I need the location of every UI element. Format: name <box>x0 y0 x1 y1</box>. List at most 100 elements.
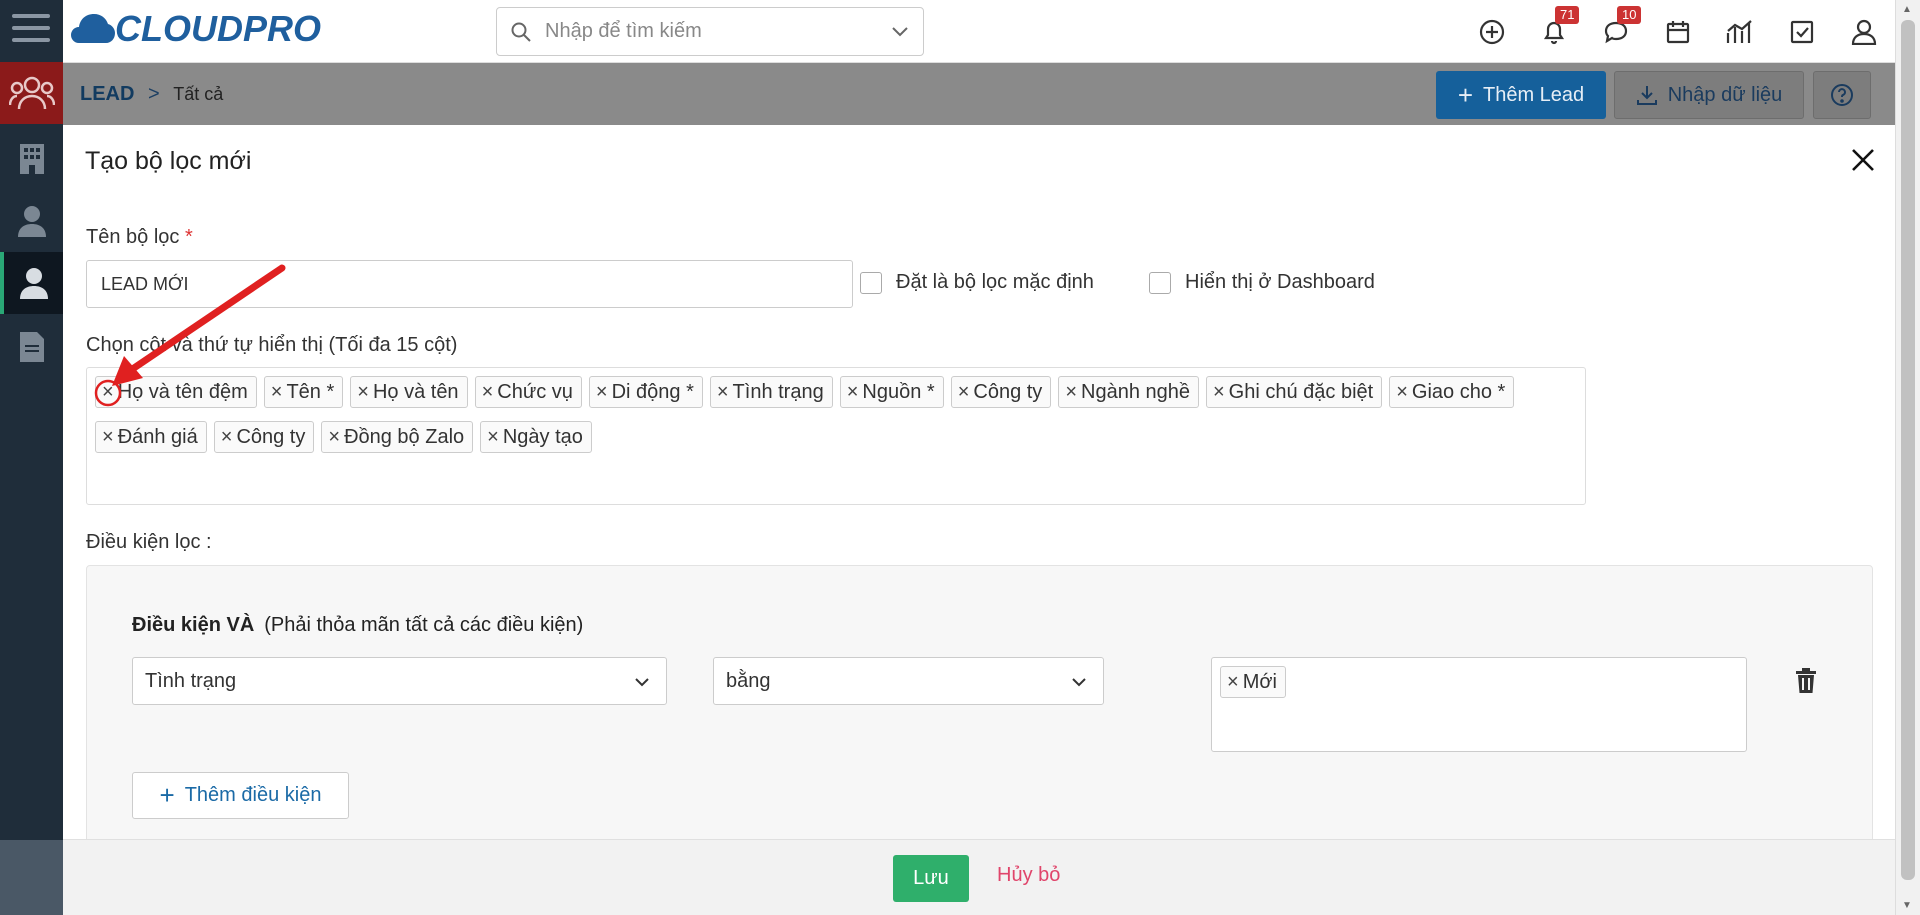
user-menu-button[interactable] <box>1833 0 1895 63</box>
filter-name-input[interactable]: LEAD MỚI <box>86 260 853 308</box>
modal-footer: Lưu Hủy bỏ <box>63 839 1895 915</box>
messages-badge: 10 <box>1617 6 1642 24</box>
document-icon <box>19 332 44 362</box>
add-condition-button[interactable]: + Thêm điều kiện <box>132 772 349 819</box>
menu-icon[interactable] <box>12 14 50 46</box>
save-button[interactable]: Lưu <box>893 855 969 902</box>
column-tag: × Di động * <box>588 376 703 408</box>
required-mark: * <box>184 226 193 248</box>
sidebar-item-contacts[interactable] <box>0 190 63 252</box>
add-lead-button[interactable]: + Thêm Lead <box>1436 71 1606 119</box>
checkbox-box[interactable] <box>860 271 882 294</box>
and-description: (Phải thỏa mãn tất cả các điều kiện) <box>264 614 584 636</box>
remove-tag-icon[interactable]: × <box>102 381 114 404</box>
remove-tag-icon[interactable]: × <box>847 381 859 404</box>
column-tag-label: Giao cho * <box>1411 380 1506 403</box>
column-tags: × Họ và tên đệm × Tên * × Họ và tên × Chức vụ × D… <box>95 376 1577 466</box>
scroll-down-icon[interactable]: ▼ <box>1902 900 1912 911</box>
cancel-button[interactable]: Hủy bỏ <box>997 864 1060 887</box>
remove-tag-icon[interactable]: × <box>487 426 499 449</box>
remove-tag-icon[interactable]: × <box>717 381 729 404</box>
remove-tag-icon[interactable]: × <box>1227 671 1239 694</box>
condition-field-select[interactable]: Tình trạng <box>132 657 667 705</box>
remove-tag-icon[interactable]: × <box>482 381 494 404</box>
trash-icon[interactable] <box>1794 668 1818 694</box>
close-icon[interactable] <box>1848 145 1878 175</box>
column-tag-label: Nguồn * <box>862 380 935 403</box>
chevron-down-icon <box>635 678 649 687</box>
person-icon <box>19 268 48 299</box>
condition-operator-value: bằng <box>726 669 771 692</box>
condition-value-multiselect[interactable]: × Mới <box>1211 657 1747 752</box>
scrollbar-thumb[interactable] <box>1901 20 1915 880</box>
condition-operator-select[interactable]: bằng <box>713 657 1104 705</box>
remove-tag-icon[interactable]: × <box>357 381 369 404</box>
breadcrumb-module[interactable]: LEAD <box>80 83 134 105</box>
remove-tag-icon[interactable]: × <box>271 381 283 404</box>
calendar-icon <box>1666 20 1690 43</box>
column-tag: × Chức vụ <box>474 376 582 408</box>
condition-field-value: Tình trạng <box>145 669 237 692</box>
tasks-button[interactable] <box>1771 0 1833 63</box>
column-tag-label: Tên * <box>286 380 335 403</box>
column-tag-label: Họ và tên đệm <box>117 380 248 403</box>
dashboard-checkbox[interactable]: Hiển thị ở Dashboard <box>1149 271 1375 294</box>
sidebar-item-leads-group[interactable] <box>0 62 63 124</box>
column-tag: × Tên * <box>263 376 344 408</box>
notifications-badge: 71 <box>1555 6 1580 24</box>
column-tag-label: Công ty <box>973 380 1043 403</box>
add-condition-label: Thêm điều kiện <box>184 784 322 806</box>
default-filter-checkbox[interactable]: Đặt là bộ lọc mặc định <box>860 271 1094 294</box>
column-tag-label: Ghi chú đặc biệt <box>1228 380 1374 403</box>
column-tag-label: Di động * <box>611 380 694 403</box>
question-circle-icon <box>1831 84 1853 106</box>
value-tag: × Mới <box>1220 666 1286 698</box>
remove-tag-icon[interactable]: × <box>328 426 340 449</box>
column-tag-label: Chức vụ <box>497 380 573 403</box>
filter-name-label: Tên bộ lọc * <box>86 226 193 249</box>
calendar-button[interactable] <box>1647 0 1709 63</box>
column-tag-label: Tình trạng <box>732 380 824 403</box>
add-lead-label: Thêm Lead <box>1483 83 1585 106</box>
columns-multiselect[interactable]: × Họ và tên đệm × Tên * × Họ và tên × Chức vụ × D… <box>86 367 1586 505</box>
messages-button[interactable]: 10 <box>1585 0 1647 63</box>
remove-tag-icon[interactable]: × <box>102 426 114 449</box>
notifications-button[interactable]: 71 <box>1523 0 1585 63</box>
plus-icon: + <box>159 780 175 810</box>
search-placeholder: Nhập để tìm kiếm <box>545 20 702 42</box>
sidebar-item-lead[interactable] <box>0 252 63 314</box>
remove-tag-icon[interactable]: × <box>1396 381 1408 404</box>
column-tag-label: Ngành nghề <box>1081 380 1190 403</box>
logo[interactable]: CLOUDPRO <box>71 4 321 54</box>
remove-tag-icon[interactable]: × <box>596 381 608 404</box>
user-icon <box>1851 19 1877 45</box>
import-button[interactable]: Nhập dữ liệu <box>1614 71 1804 119</box>
conditions-label: Điều kiện lọc : <box>86 531 212 553</box>
help-button[interactable] <box>1813 71 1871 119</box>
cloud-logo-icon <box>71 14 115 43</box>
remove-tag-icon[interactable]: × <box>221 426 233 449</box>
column-tag: × Ghi chú đặc biệt <box>1205 376 1383 408</box>
breadcrumb-separator: > <box>148 83 160 105</box>
default-filter-label: Đặt là bộ lọc mặc định <box>896 271 1094 293</box>
create-filter-modal: Tạo bộ lọc mới Tên bộ lọc * LEAD MỚI Đặt… <box>63 125 1895 915</box>
remove-tag-icon[interactable]: × <box>958 381 970 404</box>
scrollbar[interactable]: ▲ ▼ <box>1895 0 1920 915</box>
filter-name-value: LEAD MỚI <box>101 273 189 294</box>
plus-circle-icon <box>1479 19 1505 44</box>
scroll-up-icon[interactable]: ▲ <box>1902 4 1912 15</box>
column-tag-label: Đánh giá <box>117 425 198 448</box>
sidebar-item-company[interactable] <box>0 128 63 190</box>
add-button[interactable] <box>1461 0 1523 63</box>
remove-tag-icon[interactable]: × <box>1065 381 1077 404</box>
modal-title: Tạo bộ lọc mới <box>85 147 252 175</box>
reports-button[interactable] <box>1709 0 1771 63</box>
sidebar-item-documents[interactable] <box>0 316 63 378</box>
search-input[interactable]: Nhập để tìm kiếm <box>496 7 924 56</box>
and-title: Điều kiện VÀ <box>132 614 255 636</box>
remove-tag-icon[interactable]: × <box>1213 381 1225 404</box>
chevron-down-icon <box>892 27 908 37</box>
checkbox-box[interactable] <box>1149 271 1171 294</box>
column-tag-label: Ngày tạo <box>502 425 583 448</box>
dashboard-label: Hiển thị ở Dashboard <box>1185 271 1375 293</box>
